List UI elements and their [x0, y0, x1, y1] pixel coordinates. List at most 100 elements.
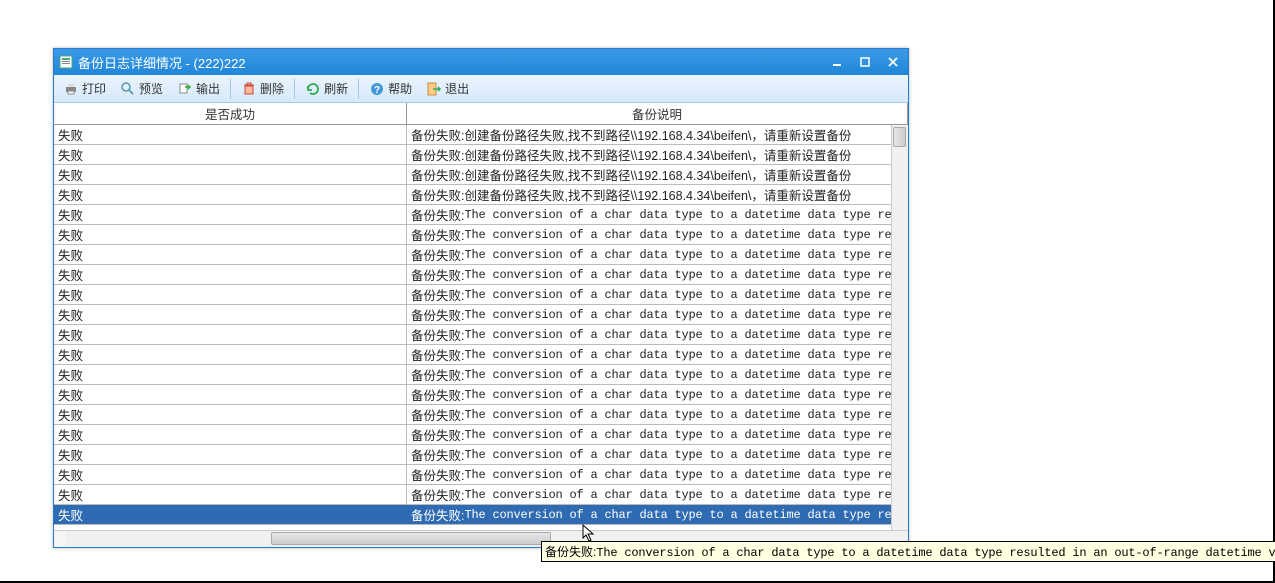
cell-desc: 备份失败:The conversion of a char data type …: [407, 385, 908, 404]
dialog-window: 备份日志详细情况 - (222)222 打印 预览: [53, 48, 909, 548]
cell-status: 失败: [54, 405, 407, 424]
cell-desc: 备份失败:The conversion of a char data type …: [407, 305, 908, 324]
delete-button[interactable]: 删除: [235, 77, 290, 100]
table-row[interactable]: 失败备份失败:The conversion of a char data typ…: [54, 245, 908, 265]
cell-status: 失败: [54, 485, 407, 504]
table-row[interactable]: 失败备份失败:创建备份路径失败,找不到路径\\192.168.4.34\beif…: [54, 145, 908, 165]
refresh-button[interactable]: 刷新: [299, 77, 354, 100]
toolbar: 打印 预览 输出 删除 刷新: [54, 75, 908, 103]
tooltip: 备份失败:The conversion of a char data type …: [541, 541, 1275, 562]
tooltip-prefix: 备份失败:: [545, 545, 596, 559]
toolbar-divider: [230, 79, 231, 99]
table-row[interactable]: 失败备份失败:The conversion of a char data typ…: [54, 385, 908, 405]
table-row[interactable]: 失败备份失败:创建备份路径失败,找不到路径\\192.168.4.34\beif…: [54, 165, 908, 185]
cell-desc: 备份失败:The conversion of a char data type …: [407, 425, 908, 444]
cell-desc: 备份失败:The conversion of a char data type …: [407, 505, 908, 524]
cell-status: 失败: [54, 145, 407, 164]
horizontal-scroll-thumb[interactable]: [271, 532, 551, 545]
table-row[interactable]: 失败备份失败:创建备份路径失败,找不到路径\\192.168.4.34\beif…: [54, 185, 908, 205]
table-row[interactable]: 失败备份失败:The conversion of a char data typ…: [54, 345, 908, 365]
exit-label: 退出: [445, 80, 469, 97]
cell-status: 失败: [54, 125, 407, 144]
cell-status: 失败: [54, 285, 407, 304]
help-button[interactable]: ? 帮助: [363, 77, 418, 100]
cell-status: 失败: [54, 465, 407, 484]
cell-desc: 备份失败:The conversion of a char data type …: [407, 445, 908, 464]
data-grid: 是否成功 备份说明 失败备份失败:创建备份路径失败,找不到路径\\192.168…: [54, 103, 908, 547]
close-button[interactable]: [882, 54, 904, 70]
refresh-label: 刷新: [324, 80, 348, 97]
cell-status: 失败: [54, 445, 407, 464]
cell-desc: 备份失败:创建备份路径失败,找不到路径\\192.168.4.34\beifen…: [407, 125, 908, 144]
cell-desc: 备份失败:创建备份路径失败,找不到路径\\192.168.4.34\beifen…: [407, 145, 908, 164]
minimize-button[interactable]: [826, 54, 848, 70]
delete-label: 删除: [260, 80, 284, 97]
table-row[interactable]: 失败备份失败:The conversion of a char data typ…: [54, 205, 908, 225]
cell-status: 失败: [54, 505, 407, 524]
export-label: 输出: [196, 80, 220, 97]
export-button[interactable]: 输出: [171, 77, 226, 100]
cell-desc: 备份失败:The conversion of a char data type …: [407, 485, 908, 504]
table-row[interactable]: 失败备份失败:The conversion of a char data typ…: [54, 485, 908, 505]
table-row[interactable]: 失败备份失败:创建备份路径失败,找不到路径\\192.168.4.34\beif…: [54, 125, 908, 145]
cell-desc: 备份失败:创建备份路径失败,找不到路径\\192.168.4.34\beifen…: [407, 165, 908, 184]
cell-status: 失败: [54, 165, 407, 184]
table-row[interactable]: 失败备份失败:The conversion of a char data typ…: [54, 425, 908, 445]
magnifier-icon: [120, 81, 136, 97]
grid-header: 是否成功 备份说明: [54, 103, 908, 125]
table-row[interactable]: 失败备份失败:The conversion of a char data typ…: [54, 285, 908, 305]
cell-status: 失败: [54, 265, 407, 284]
table-row[interactable]: 失败备份失败:The conversion of a char data typ…: [54, 505, 908, 525]
cell-desc: 备份失败:The conversion of a char data type …: [407, 285, 908, 304]
vertical-scroll-thumb[interactable]: [893, 127, 906, 147]
preview-label: 预览: [139, 80, 163, 97]
help-label: 帮助: [388, 80, 412, 97]
refresh-icon: [305, 81, 321, 97]
cell-desc: 备份失败:The conversion of a char data type …: [407, 325, 908, 344]
window-title: 备份日志详细情况 - (222)222: [78, 53, 826, 72]
maximize-button[interactable]: [854, 54, 876, 70]
table-row[interactable]: 失败备份失败:The conversion of a char data typ…: [54, 325, 908, 345]
print-button[interactable]: 打印: [57, 77, 112, 100]
cell-status: 失败: [54, 305, 407, 324]
cell-status: 失败: [54, 225, 407, 244]
table-row[interactable]: 失败备份失败:The conversion of a char data typ…: [54, 465, 908, 485]
export-icon: [177, 81, 193, 97]
cell-status: 失败: [54, 205, 407, 224]
table-row[interactable]: 失败备份失败:The conversion of a char data typ…: [54, 305, 908, 325]
svg-text:?: ?: [374, 85, 380, 96]
preview-button[interactable]: 预览: [114, 77, 169, 100]
cell-desc: 备份失败:The conversion of a char data type …: [407, 345, 908, 364]
cell-status: 失败: [54, 185, 407, 204]
printer-icon: [63, 81, 79, 97]
delete-icon: [241, 81, 257, 97]
cell-desc: 备份失败:The conversion of a char data type …: [407, 465, 908, 484]
cell-status: 失败: [54, 245, 407, 264]
table-row[interactable]: 失败备份失败:The conversion of a char data typ…: [54, 445, 908, 465]
exit-icon: [426, 81, 442, 97]
vertical-scrollbar[interactable]: [891, 125, 908, 530]
cell-status: 失败: [54, 345, 407, 364]
exit-button[interactable]: 退出: [420, 77, 475, 100]
cell-status: 失败: [54, 385, 407, 404]
toolbar-divider: [294, 79, 295, 99]
table-row[interactable]: 失败备份失败:The conversion of a char data typ…: [54, 365, 908, 385]
column-header-desc[interactable]: 备份说明: [407, 103, 908, 124]
print-label: 打印: [82, 80, 106, 97]
cell-desc: 备份失败:The conversion of a char data type …: [407, 205, 908, 224]
table-row[interactable]: 失败备份失败:The conversion of a char data typ…: [54, 405, 908, 425]
cell-desc: 备份失败:创建备份路径失败,找不到路径\\192.168.4.34\beifen…: [407, 185, 908, 204]
cell-desc: 备份失败:The conversion of a char data type …: [407, 405, 908, 424]
cell-status: 失败: [54, 325, 407, 344]
titlebar[interactable]: 备份日志详细情况 - (222)222: [54, 49, 908, 75]
toolbar-divider: [358, 79, 359, 99]
cell-desc: 备份失败:The conversion of a char data type …: [407, 245, 908, 264]
app-icon: [58, 54, 74, 70]
cell-status: 失败: [54, 365, 407, 384]
column-header-status[interactable]: 是否成功: [54, 103, 407, 124]
grid-body[interactable]: 失败备份失败:创建备份路径失败,找不到路径\\192.168.4.34\beif…: [54, 125, 908, 530]
cell-desc: 备份失败:The conversion of a char data type …: [407, 265, 908, 284]
table-row[interactable]: 失败备份失败:The conversion of a char data typ…: [54, 265, 908, 285]
table-row[interactable]: 失败备份失败:The conversion of a char data typ…: [54, 225, 908, 245]
cell-status: 失败: [54, 425, 407, 444]
